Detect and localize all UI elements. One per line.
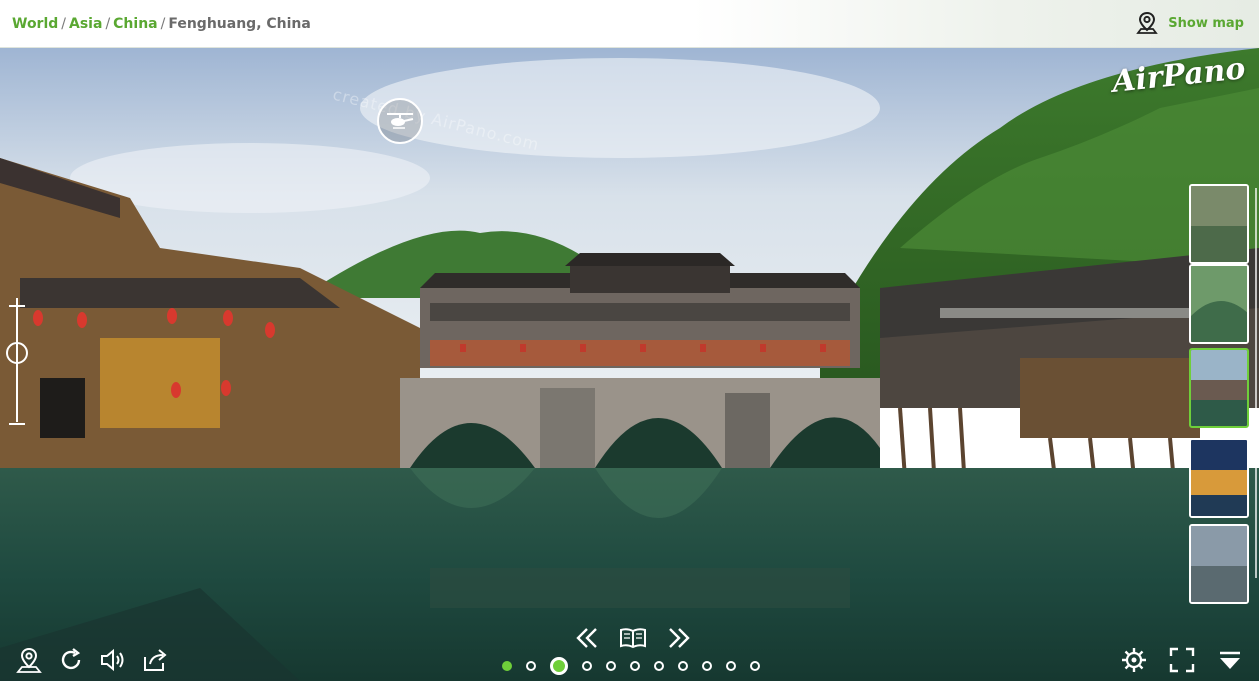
zoom-track[interactable] [16, 310, 18, 422]
pagination-dot[interactable] [526, 661, 536, 671]
pagination-dot[interactable] [502, 661, 512, 671]
pagination-dot-active[interactable] [550, 657, 568, 675]
thumbnail-item-active[interactable] [1189, 348, 1249, 428]
settings-button[interactable] [1119, 645, 1149, 675]
thumbnail-item[interactable] [1189, 438, 1249, 518]
zoom-handle[interactable] [6, 342, 28, 364]
location-pin-icon [16, 647, 42, 673]
panorama-image[interactable] [0, 48, 1259, 681]
description-button[interactable] [618, 623, 648, 653]
pagination-dot[interactable] [630, 661, 640, 671]
fullscreen-icon [1169, 647, 1195, 673]
pagination-dot[interactable] [726, 661, 736, 671]
rotate-icon [61, 648, 81, 670]
pagination-dots [502, 657, 760, 675]
minus-icon [9, 423, 25, 425]
tour-navigation [572, 623, 694, 653]
breadcrumb-china[interactable]: China [113, 16, 157, 32]
collapse-down-icon [1220, 651, 1240, 669]
pagination-dot[interactable] [606, 661, 616, 671]
thumbnail-image [1191, 266, 1247, 342]
panorama-viewer[interactable]: created by AirPano.com AirPano [0, 48, 1259, 681]
pagination-dot[interactable] [582, 661, 592, 671]
double-chevron-left-icon [576, 628, 597, 648]
autorotate-button[interactable] [56, 645, 86, 675]
bottom-left-controls [14, 645, 170, 675]
show-map-button[interactable]: Show map [1134, 10, 1244, 36]
thumbnail-strip [1189, 184, 1257, 604]
share-icon [144, 649, 167, 671]
helicopter-hotspot-button[interactable] [377, 98, 423, 144]
thumbnail-item[interactable] [1189, 264, 1249, 344]
previous-button[interactable] [572, 623, 602, 653]
collapse-controls-button[interactable] [1215, 645, 1245, 675]
thumbnail-image [1191, 440, 1247, 516]
gear-icon [1122, 648, 1146, 672]
breadcrumb-world[interactable]: World [12, 16, 58, 32]
pagination-dot[interactable] [678, 661, 688, 671]
pagination-dot[interactable] [750, 661, 760, 671]
top-bar: World / Asia / China / Fenghuang, China Show m… [0, 0, 1259, 48]
fullscreen-button[interactable] [1167, 645, 1197, 675]
helicopter-icon [387, 113, 414, 129]
plus-icon [9, 298, 25, 314]
breadcrumb-asia[interactable]: Asia [69, 16, 102, 32]
pagination-dot[interactable] [702, 661, 712, 671]
pagination-dot[interactable] [654, 661, 664, 671]
thumbnail-item[interactable] [1189, 184, 1249, 264]
zoom-out-button[interactable] [6, 414, 28, 438]
breadcrumb-separator: / [160, 15, 166, 32]
thumbnail-scrollbar[interactable] [1255, 188, 1257, 578]
breadcrumb-current: Fenghuang, China [168, 15, 311, 32]
breadcrumb-separator: / [61, 15, 67, 32]
bottom-right-controls [1119, 645, 1245, 675]
zoom-slider[interactable] [4, 296, 30, 436]
sound-button[interactable] [98, 645, 128, 675]
thumbnail-image [1191, 186, 1247, 262]
location-button[interactable] [14, 645, 44, 675]
thumbnail-image [1191, 350, 1247, 426]
show-map-label: Show map [1168, 15, 1244, 31]
share-button[interactable] [140, 645, 170, 675]
thumbnail-image [1191, 526, 1247, 602]
map-pin-icon [1136, 11, 1159, 34]
next-button[interactable] [664, 623, 694, 653]
book-icon [620, 628, 646, 649]
thumbnail-item[interactable] [1189, 524, 1249, 604]
breadcrumb-separator: / [105, 15, 111, 32]
breadcrumb: World / Asia / China / Fenghuang, China [12, 16, 311, 32]
speaker-icon [101, 648, 124, 672]
double-chevron-right-icon [669, 628, 690, 648]
zoom-in-button[interactable] [6, 296, 28, 320]
